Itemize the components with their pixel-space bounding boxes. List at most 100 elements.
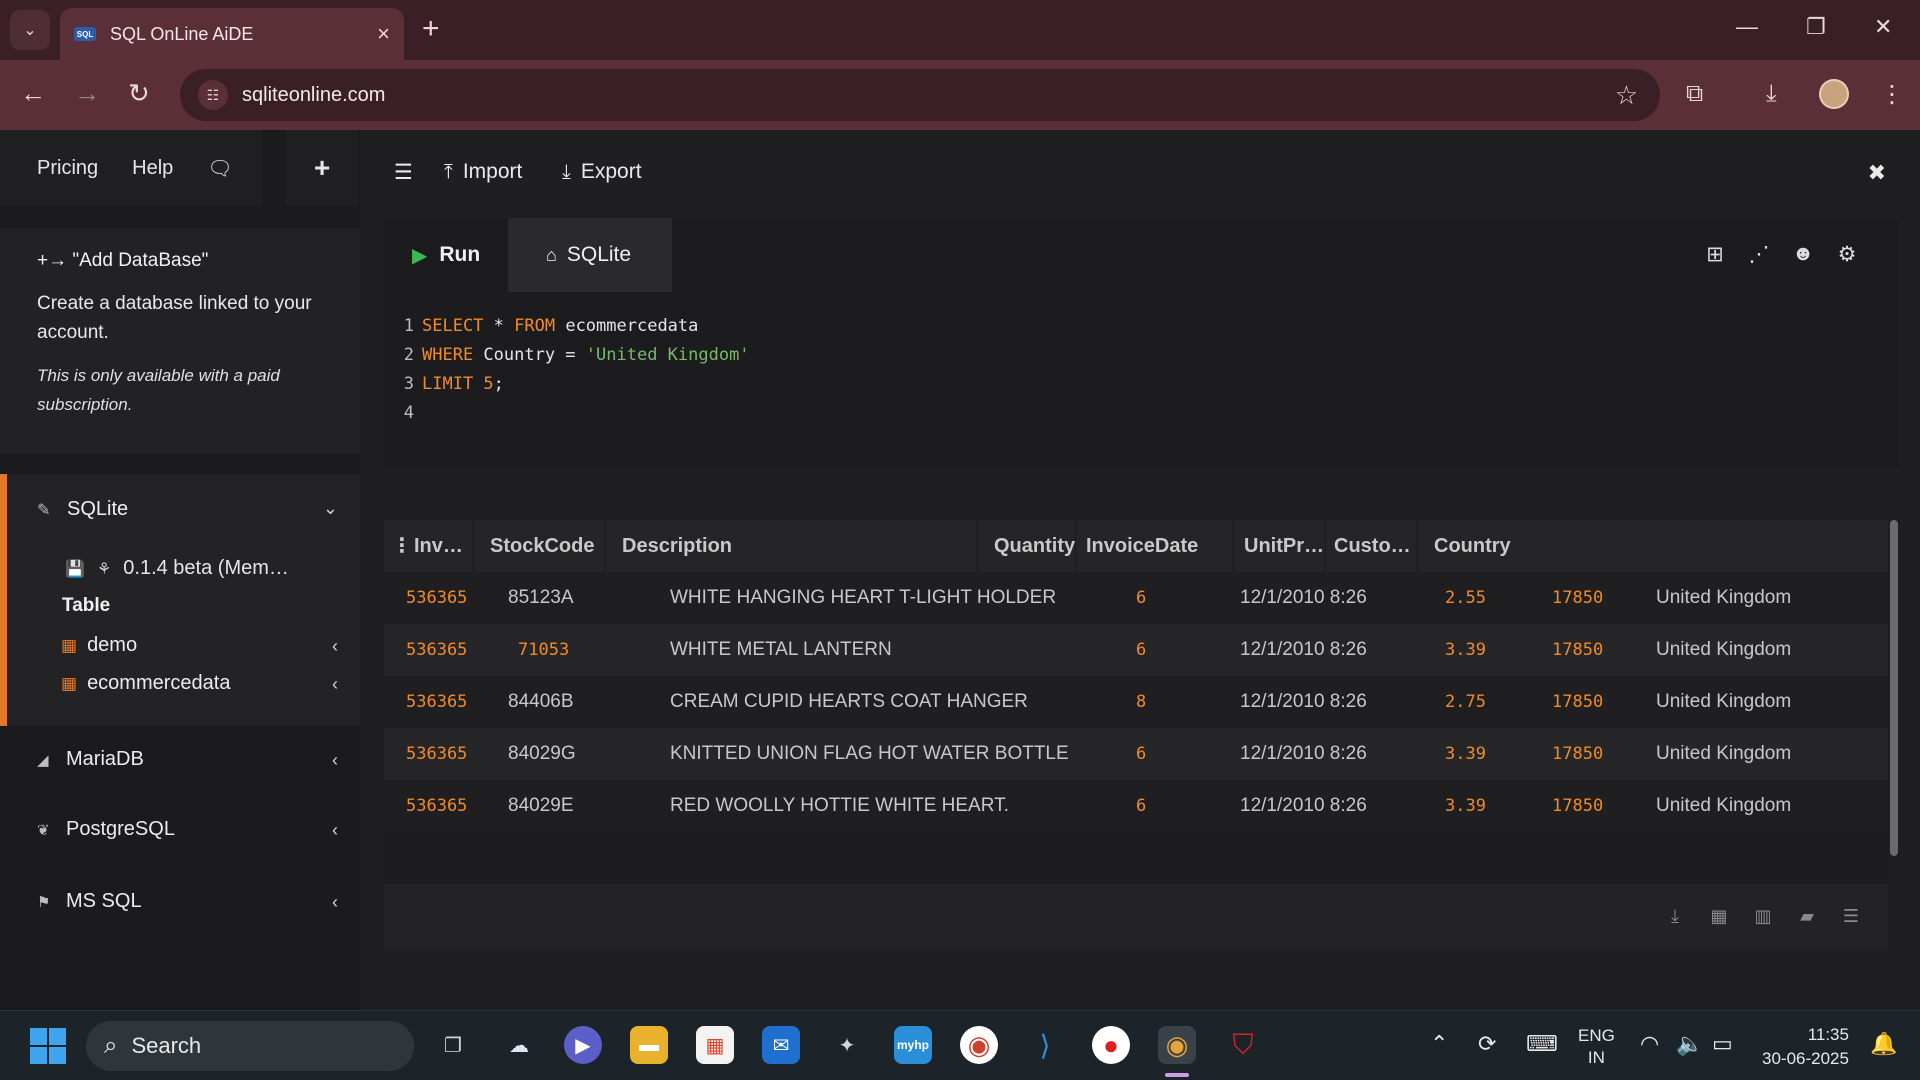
myhp-icon[interactable]: myhp [894,1026,932,1064]
cell-unitprice[interactable]: 3.39 [1440,624,1486,676]
cell-quantity[interactable]: 6 [1136,780,1146,832]
forward-icon[interactable]: → [74,78,100,108]
language-indicator[interactable]: ENG IN [1578,1025,1615,1069]
bird-app-icon[interactable]: ✦ [828,1026,866,1064]
gear-icon[interactable]: ⚙ [1836,242,1858,267]
chrome-icon[interactable]: ◉ [960,1026,998,1064]
cell-invoice[interactable]: 536365 [406,624,467,676]
chrome-profile-icon[interactable]: ◉ [1158,1026,1196,1064]
profile-avatar[interactable] [1819,79,1849,109]
chevron-left-icon[interactable]: ‹ [332,674,338,695]
address-bar[interactable]: ☷ sqliteonline.com ☆ [180,69,1660,121]
sqlite-version[interactable]: 💾 ⚘ 0.1.4 beta (Mem… [65,557,289,580]
column-header[interactable]: InvoiceDate [1076,520,1234,572]
column-header[interactable]: UnitPr… [1234,520,1326,572]
cell-customerid[interactable]: 17850 [1552,728,1603,780]
sidebar-item-mssql[interactable]: ⚑ MS SQL [37,890,142,913]
cell-stockcode[interactable]: 71053 [518,624,569,676]
pricing-link[interactable]: Pricing [37,157,98,180]
url-text[interactable]: sqliteonline.com [242,84,1615,107]
close-tab-icon[interactable]: × [377,21,390,47]
cell-customerid[interactable]: 17850 [1552,572,1603,624]
chevron-left-icon[interactable]: ‹ [332,892,338,913]
table-row[interactable]: 536365 85123A WHITE HANGING HEART T-LIGH… [384,572,1888,624]
extensions-icon[interactable]: ⧉ [1686,80,1703,108]
share-icon[interactable]: ⋰ [1748,242,1770,267]
cell-country[interactable]: United Kingdom [1656,572,1791,624]
weather-cloud-icon[interactable]: ☁ [500,1026,538,1064]
system-clock[interactable]: 11:35 30-06-2025 [1762,1023,1849,1071]
restore-icon[interactable]: ❐ [1806,14,1826,40]
cell-description[interactable]: CREAM CUPID HEARTS COAT HANGER [670,676,1028,728]
menu-dots-icon[interactable]: ⋮ [1880,80,1904,109]
cell-invoicedate[interactable]: 12/1/2010 8:26 [1240,676,1367,728]
code-editor[interactable]: 1 SELECT * FROM ecommercedata 2 WHERE Co… [384,292,1898,468]
cell-invoice[interactable]: 536365 [406,572,467,624]
chevron-left-icon[interactable]: ‹ [332,750,338,771]
sidebar-item-postgresql[interactable]: ❦ PostgreSQL [37,818,175,841]
show-hidden-icons-chevron-icon[interactable]: ⌃ [1430,1031,1448,1057]
cell-quantity[interactable]: 6 [1136,572,1146,624]
cell-invoicedate[interactable]: 12/1/2010 8:26 [1240,780,1367,832]
cell-description[interactable]: RED WOOLLY HOTTIE WHITE HEART. [670,780,1009,832]
column-header[interactable]: Custo… [1326,520,1418,572]
microsoft-store-icon[interactable]: ▦ [696,1026,734,1064]
cell-customerid[interactable]: 17850 [1552,624,1603,676]
chevron-left-icon[interactable]: ‹ [332,820,338,841]
keyboard-icon[interactable]: ⌨ [1526,1031,1558,1057]
tab-sqlite[interactable]: ⌂ SQLite [508,218,672,292]
cell-invoice[interactable]: 536365 [406,728,467,780]
task-view-icon[interactable]: ❐ [434,1026,472,1064]
add-box-icon[interactable]: ⊞ [1704,242,1726,267]
mail-icon[interactable]: ✉ [762,1026,800,1064]
cell-invoice[interactable]: 536365 [406,676,467,728]
cell-unitprice[interactable]: 2.75 [1440,676,1486,728]
cell-country[interactable]: United Kingdom [1656,676,1791,728]
sync-icon[interactable]: ⟳ [1478,1031,1496,1057]
column-header[interactable]: StockCode [474,520,606,572]
table-grid-icon[interactable]: ▦ [1708,906,1730,927]
wifi-icon[interactable]: ◠ [1640,1031,1659,1057]
cell-stockcode[interactable]: 84029E [508,780,574,832]
file-explorer-icon[interactable]: ▬ [630,1026,668,1064]
cell-customerid[interactable]: 17850 [1552,780,1603,832]
reload-icon[interactable]: ↻ [128,78,150,108]
cell-invoicedate[interactable]: 12/1/2010 8:26 [1240,572,1367,624]
run-button[interactable]: ▶ Run [384,218,508,292]
notifications-icon[interactable]: 🔔 [1870,1031,1897,1057]
help-link[interactable]: Help [132,157,173,180]
site-info-icon[interactable]: ☷ [198,80,228,110]
cell-quantity[interactable]: 6 [1136,728,1146,780]
hamburger-menu-icon[interactable]: ☰ [394,160,413,185]
mcafee-shield-icon[interactable]: ⛉ [1224,1026,1262,1064]
browser-tab[interactable]: SQL SQL OnLine AiDE × [60,8,404,60]
new-tab-icon[interactable]: + [422,14,440,44]
windows-start-icon[interactable] [30,1028,66,1064]
teams-meet-icon[interactable]: ▶ [564,1026,602,1064]
list-icon[interactable]: ☰ [1840,906,1862,927]
minimize-icon[interactable]: — [1736,14,1758,40]
tab-search-chevron-icon[interactable]: ⌄ [10,10,50,50]
column-header[interactable]: Inv… [414,520,474,572]
cell-quantity[interactable]: 6 [1136,624,1146,676]
cell-description[interactable]: WHITE METAL LANTERN [670,624,892,676]
column-header[interactable]: Country [1418,520,1888,572]
bar-chart-icon[interactable]: ▥ [1752,906,1774,927]
cell-unitprice[interactable]: 2.55 [1440,572,1486,624]
table-item-demo[interactable]: ▦ demo [61,634,137,657]
cell-stockcode[interactable]: 84029G [508,728,576,780]
back-icon[interactable]: ← [20,78,46,108]
cell-description[interactable]: KNITTED UNION FLAG HOT WATER BOTTLE [670,728,1069,780]
screen-recorder-icon[interactable]: ● [1092,1026,1130,1064]
cell-unitprice[interactable]: 3.39 [1440,728,1486,780]
table-row[interactable]: 536365 71053 WHITE METAL LANTERN 6 12/1/… [384,624,1888,676]
sidebar-item-mariadb[interactable]: ◢ MariaDB [37,748,144,771]
chevron-down-icon[interactable]: ⌄ [323,498,338,519]
cell-invoicedate[interactable]: 12/1/2010 8:26 [1240,728,1367,780]
download-icon[interactable]: ⤓ [1664,906,1686,927]
vscode-icon[interactable]: ⟩ [1026,1026,1064,1064]
cell-description[interactable]: WHITE HANGING HEART T-LIGHT HOLDER [670,572,1056,624]
export-button[interactable]: ⤓ Export [562,160,642,184]
chevron-left-icon[interactable]: ‹ [332,636,338,657]
add-plus-icon[interactable]: + [286,130,358,206]
